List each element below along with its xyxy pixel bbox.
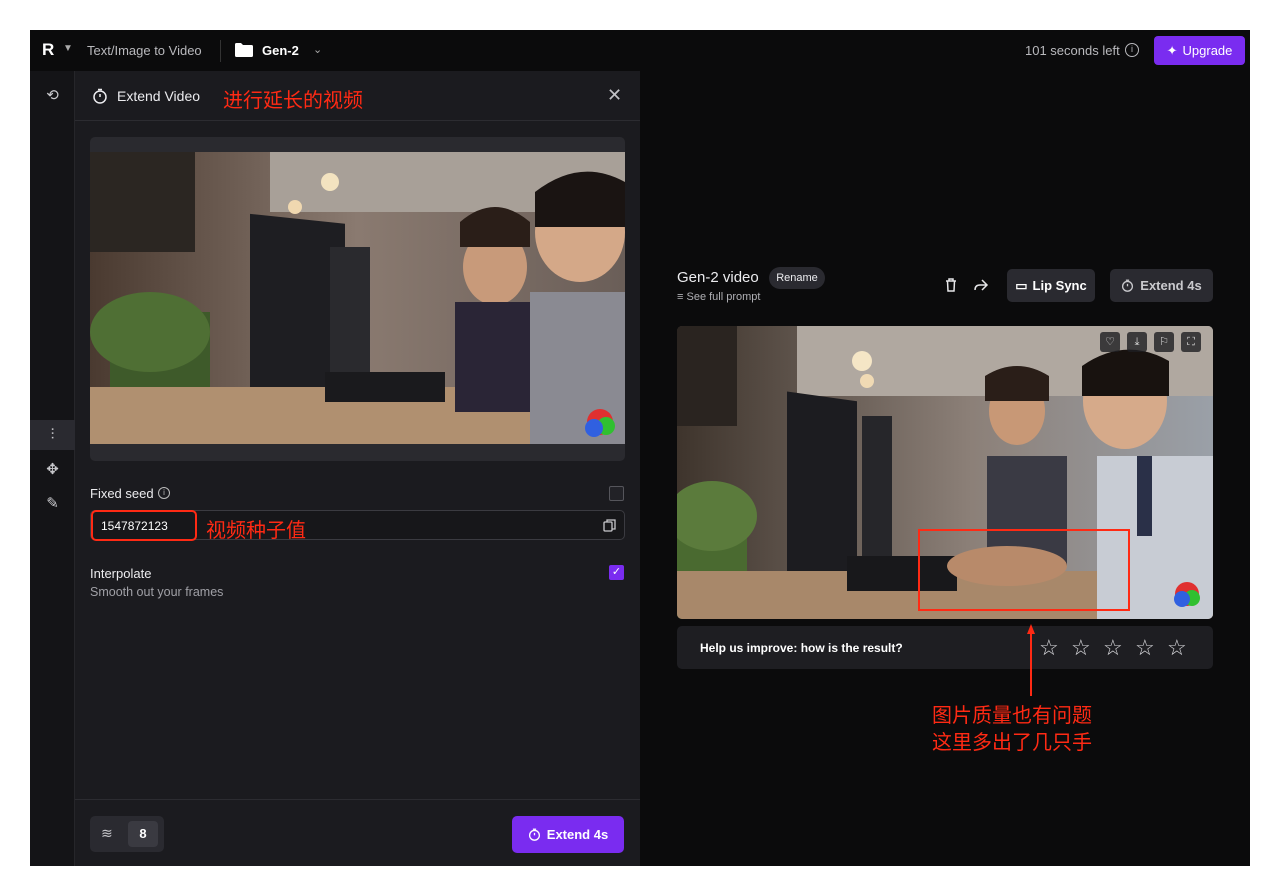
close-icon[interactable]: ✕ [607, 85, 622, 106]
brush-icon[interactable]: ✎ [30, 489, 75, 519]
stopwatch-icon [93, 88, 107, 104]
lip-sync-icon: ▭ [1015, 277, 1028, 293]
see-full-prompt-link[interactable]: ≡ See full prompt [677, 291, 760, 303]
app-window: R ▼ Text/Image to Video Gen-2 ⌄ 101 seco… [30, 30, 1250, 866]
sparkle-icon: ✦ [1166, 42, 1178, 58]
star-3-icon[interactable]: ☆ [1103, 635, 1123, 661]
source-video-thumbnail [90, 137, 625, 461]
stopwatch-icon [1122, 279, 1134, 292]
fixed-seed-label: Fixed seed [90, 486, 154, 501]
star-1-icon[interactable]: ☆ [1039, 635, 1059, 661]
trash-icon[interactable] [943, 277, 959, 293]
interpolate-label: Interpolate [90, 566, 152, 581]
star-2-icon[interactable]: ☆ [1071, 635, 1091, 661]
annotation-quality-line-1: 图片质量也有问题 [932, 705, 1092, 727]
upgrade-button[interactable]: ✦ Upgrade [1154, 36, 1245, 65]
rename-button[interactable]: Rename [769, 267, 825, 289]
extend-4s-secondary-button[interactable]: Extend 4s [1110, 269, 1213, 302]
share-icon[interactable] [973, 277, 989, 293]
annotation-arrow-icon [1027, 624, 1035, 696]
annotation-seed: 视频种子值 [206, 520, 306, 542]
star-4-icon[interactable]: ☆ [1135, 635, 1155, 661]
office-scene-image [90, 152, 625, 444]
panel-title: Extend Video [117, 88, 201, 104]
divider [220, 40, 221, 62]
chevron-down-icon[interactable]: ▼ [63, 43, 73, 54]
runway-logo-icon[interactable]: R [42, 41, 60, 59]
panel-footer: ≋ 8 Extend 4s [75, 799, 640, 866]
left-tool-rail: ⟲ ⫶ ✥ ✎ [30, 71, 75, 866]
fixed-seed-checkbox[interactable] [609, 486, 624, 501]
history-icon[interactable]: ⟲ [30, 81, 75, 111]
interpolate-checkbox[interactable]: ✓ [609, 565, 624, 580]
top-bar: R ▼ Text/Image to Video Gen-2 ⌄ 101 seco… [30, 30, 1250, 71]
project-name[interactable]: Gen-2 [262, 43, 299, 58]
upgrade-label: Upgrade [1182, 43, 1233, 58]
stopwatch-icon [528, 828, 540, 841]
folder-icon [235, 43, 253, 57]
sliders-icon[interactable]: ⫶ [30, 420, 75, 450]
heart-icon[interactable]: ♡ [1100, 332, 1120, 352]
credits-remaining: 101 seconds left [1025, 43, 1120, 58]
download-icon[interactable]: ⤓ [1127, 332, 1147, 352]
extend-4s-label: Extend 4s [546, 827, 609, 842]
duration-selector[interactable]: ≋ 8 [90, 816, 164, 852]
feedback-question: Help us improve: how is the result? [700, 641, 903, 655]
annotation-video-to-extend: 进行延长的视频 [223, 90, 363, 112]
see-full-prompt-label: See full prompt [686, 291, 761, 303]
duration-value[interactable]: 8 [128, 821, 158, 847]
result-title: Gen-2 video [677, 269, 759, 286]
annotation-box-seed [91, 510, 197, 541]
flag-icon[interactable]: ⚐ [1154, 332, 1174, 352]
lip-sync-button[interactable]: ▭ Lip Sync [1007, 269, 1095, 302]
camera-motion-icon[interactable]: ✥ [30, 455, 75, 485]
panel-header: Extend Video 进行延长的视频 ✕ [75, 71, 640, 121]
extend-4s-button[interactable]: Extend 4s [512, 816, 624, 853]
fullscreen-icon[interactable]: ⛶ [1181, 332, 1201, 352]
extend-video-panel: Extend Video 进行延长的视频 ✕ Fixed seed i 1547… [75, 71, 640, 866]
feedback-bar: Help us improve: how is the result? ☆ ☆ … [677, 626, 1213, 669]
extend-4s-secondary-label: Extend 4s [1140, 278, 1202, 293]
project-chevron-down-icon[interactable]: ⌄ [313, 43, 322, 56]
generated-video[interactable]: ♡ ⤓ ⚐ ⛶ [677, 326, 1213, 619]
star-5-icon[interactable]: ☆ [1167, 635, 1187, 661]
interpolate-description: Smooth out your frames [90, 585, 224, 599]
copy-icon[interactable] [603, 519, 616, 532]
annotation-box-hands [918, 529, 1130, 611]
info-icon[interactable]: i [1125, 43, 1139, 57]
annotation-quality-line-2: 这里多出了几只手 [932, 732, 1092, 754]
lip-sync-label: Lip Sync [1032, 278, 1087, 293]
seed-info-icon[interactable]: i [158, 487, 170, 499]
seed-input[interactable]: 1547872123 视频种子值 [90, 510, 625, 542]
motion-icon: ≋ [101, 825, 113, 841]
breadcrumb[interactable]: Text/Image to Video [87, 43, 202, 58]
annotation-quality-note: 图片质量也有问题 这里多出了几只手 [932, 703, 1092, 757]
